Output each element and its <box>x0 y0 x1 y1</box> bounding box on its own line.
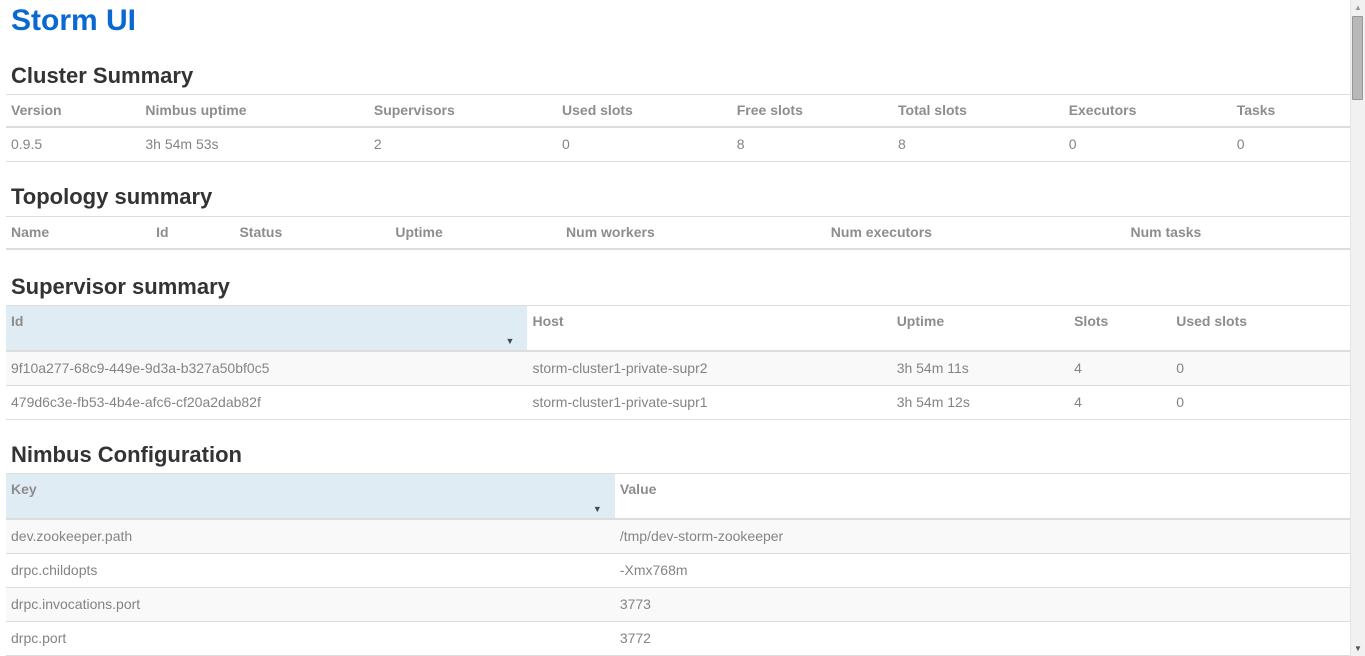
nimbus-configuration-table: Key ▼ Value dev.zookeeper.path /tmp/dev-… <box>6 473 1350 656</box>
page-title: Storm UI <box>11 4 1350 37</box>
cell-uptime: 3h 54m 12s <box>892 385 1069 419</box>
column-header-used-slots[interactable]: Used slots <box>1171 305 1350 351</box>
table-row: 479d6c3e-fb53-4b4e-afc6-cf20a2dab82f sto… <box>6 385 1350 419</box>
cell-nimbus-uptime: 3h 54m 53s <box>140 127 368 162</box>
topology-summary-section: Topology summary Name Id Status Uptime N… <box>6 184 1350 249</box>
cell-uptime: 3h 54m 11s <box>892 351 1069 386</box>
cell-supervisor-id: 479d6c3e-fb53-4b4e-afc6-cf20a2dab82f <box>6 385 527 419</box>
topology-summary-table: Name Id Status Uptime Num workers Num ex… <box>6 216 1350 250</box>
column-header-id-sorted[interactable]: Id ▼ <box>6 305 527 351</box>
cell-config-key: drpc.port <box>6 622 615 656</box>
nimbus-configuration-header-row: Key ▼ Value <box>6 474 1350 520</box>
column-header-nimbus-uptime: Nimbus uptime <box>140 95 368 128</box>
topology-summary-header-row: Name Id Status Uptime Num workers Num ex… <box>6 216 1350 249</box>
table-row: drpc.port 3772 <box>6 622 1350 656</box>
column-header-num-executors: Num executors <box>826 216 1126 249</box>
vertical-scrollbar[interactable]: ▲ ▼ <box>1350 0 1365 656</box>
column-header-uptime: Uptime <box>390 216 561 249</box>
scroll-up-button[interactable]: ▲ <box>1351 0 1365 15</box>
cluster-summary-heading: Cluster Summary <box>11 63 1350 88</box>
cell-total-slots: 8 <box>893 127 1064 162</box>
column-header-num-tasks: Num tasks <box>1126 216 1351 249</box>
column-header-supervisors: Supervisors <box>369 95 557 128</box>
storm-ui-home-link[interactable]: Storm UI <box>11 4 136 37</box>
scroll-up-icon: ▲ <box>1354 4 1362 12</box>
cluster-summary-header-row: Version Nimbus uptime Supervisors Used s… <box>6 95 1350 128</box>
column-header-key-sorted[interactable]: Key ▼ <box>6 474 615 520</box>
cell-supervisor-id: 9f10a277-68c9-449e-9d3a-b327a50bf0c5 <box>6 351 527 386</box>
cluster-summary-table: Version Nimbus uptime Supervisors Used s… <box>6 94 1350 162</box>
cell-config-value: /tmp/dev-storm-zookeeper <box>615 519 1350 554</box>
nimbus-configuration-section: Nimbus Configuration Key ▼ Value dev.zoo… <box>6 442 1350 656</box>
column-header-slots[interactable]: Slots <box>1069 305 1171 351</box>
supervisor-summary-heading: Supervisor summary <box>11 274 1350 299</box>
cell-config-value: 3772 <box>615 622 1350 656</box>
cell-used-slots: 0 <box>1171 385 1350 419</box>
supervisor-summary-header-row: Id ▼ Host Uptime Slots Used slots <box>6 305 1350 351</box>
column-header-id-label: Id <box>11 313 23 329</box>
cell-config-key: drpc.invocations.port <box>6 588 615 622</box>
nimbus-configuration-heading: Nimbus Configuration <box>11 442 1350 467</box>
column-header-name: Name <box>6 216 151 249</box>
column-header-uptime[interactable]: Uptime <box>892 305 1069 351</box>
column-header-status: Status <box>234 216 390 249</box>
cell-config-value: -Xmx768m <box>615 554 1350 588</box>
cell-host: storm-cluster1-private-supr2 <box>527 351 891 386</box>
scroll-down-icon: ▼ <box>1354 645 1362 653</box>
column-header-executors: Executors <box>1064 95 1232 128</box>
supervisor-summary-section: Supervisor summary Id ▼ Host Uptime Slot… <box>6 274 1350 420</box>
table-row: dev.zookeeper.path /tmp/dev-storm-zookee… <box>6 519 1350 554</box>
column-header-value[interactable]: Value <box>615 474 1350 520</box>
scrollbar-thumb[interactable] <box>1352 16 1363 100</box>
scroll-down-button[interactable]: ▼ <box>1351 641 1365 656</box>
cell-used-slots: 0 <box>557 127 732 162</box>
main-content: Storm UI Cluster Summary Version Nimbus … <box>0 4 1350 656</box>
column-header-tasks: Tasks <box>1232 95 1350 128</box>
column-header-used-slots: Used slots <box>557 95 732 128</box>
cell-config-key: dev.zookeeper.path <box>6 519 615 554</box>
column-header-version: Version <box>6 95 140 128</box>
cluster-summary-section: Cluster Summary Version Nimbus uptime Su… <box>6 63 1350 162</box>
topology-summary-heading: Topology summary <box>11 184 1350 209</box>
column-header-free-slots: Free slots <box>732 95 893 128</box>
cell-free-slots: 8 <box>732 127 893 162</box>
column-header-id: Id <box>151 216 234 249</box>
cell-slots: 4 <box>1069 351 1171 386</box>
cell-version: 0.9.5 <box>6 127 140 162</box>
cell-used-slots: 0 <box>1171 351 1350 386</box>
table-row: 0.9.5 3h 54m 53s 2 0 8 8 0 0 <box>6 127 1350 162</box>
column-header-host[interactable]: Host <box>527 305 891 351</box>
column-header-key-label: Key <box>11 481 37 497</box>
cell-supervisors: 2 <box>369 127 557 162</box>
cell-tasks: 0 <box>1232 127 1350 162</box>
cell-config-key: drpc.childopts <box>6 554 615 588</box>
cell-host: storm-cluster1-private-supr1 <box>527 385 891 419</box>
supervisor-summary-table: Id ▼ Host Uptime Slots Used slots 9f10a2… <box>6 305 1350 420</box>
table-row: 9f10a277-68c9-449e-9d3a-b327a50bf0c5 sto… <box>6 351 1350 386</box>
column-header-total-slots: Total slots <box>893 95 1064 128</box>
cell-slots: 4 <box>1069 385 1171 419</box>
cell-config-value: 3773 <box>615 588 1350 622</box>
cell-executors: 0 <box>1064 127 1232 162</box>
sort-desc-icon: ▼ <box>506 337 515 346</box>
table-row: drpc.invocations.port 3773 <box>6 588 1350 622</box>
table-row: drpc.childopts -Xmx768m <box>6 554 1350 588</box>
column-header-num-workers: Num workers <box>561 216 826 249</box>
sort-desc-icon: ▼ <box>593 505 602 514</box>
